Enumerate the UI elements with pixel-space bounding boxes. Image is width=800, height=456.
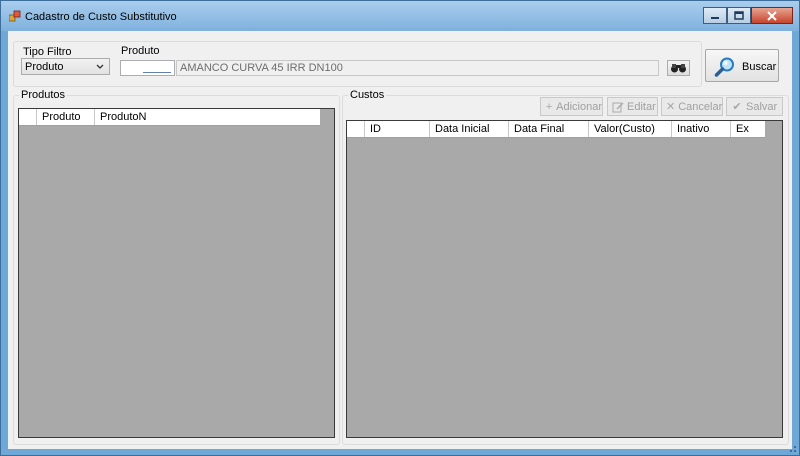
tipo-filtro-value: Produto <box>25 61 64 73</box>
custos-grid-header: ID Data Inicial Data Final Valor(Custo) … <box>347 121 765 138</box>
adicionar-label: Adicionar <box>556 100 602 113</box>
plus-icon: + <box>545 100 553 113</box>
x-icon: ✕ <box>666 101 676 113</box>
salvar-label: Salvar <box>746 100 778 113</box>
input-mask-underline <box>143 72 171 73</box>
adicionar-button[interactable]: + Adicionar <box>540 97 603 116</box>
cancelar-label: Cancelar <box>678 100 723 113</box>
salvar-button[interactable]: ✔ Salvar <box>726 97 783 116</box>
column-header-ex[interactable]: Ex <box>731 121 765 137</box>
close-button[interactable] <box>751 7 793 24</box>
row-header-cell <box>19 109 37 125</box>
column-header-produton[interactable]: ProdutoN <box>95 109 320 125</box>
row-header-cell <box>347 121 365 137</box>
minimize-button[interactable] <box>703 7 727 24</box>
column-header-data-final[interactable]: Data Final <box>509 121 589 137</box>
window-title: Cadastro de Custo Substitutivo <box>25 11 177 23</box>
tipo-filtro-label: Tipo Filtro <box>23 46 72 58</box>
main-window: Cadastro de Custo Substitutivo Tipo Filt… <box>0 0 800 456</box>
editar-button[interactable]: Editar <box>607 97 658 116</box>
column-header-valor-custo[interactable]: Valor(Custo) <box>589 121 672 137</box>
resize-grip-icon[interactable] <box>785 441 797 453</box>
buscar-button[interactable]: Buscar <box>705 49 779 82</box>
maximize-icon <box>734 11 744 20</box>
window-controls <box>703 7 793 25</box>
editar-label: Editar <box>627 100 656 113</box>
binoculars-icon <box>671 64 686 73</box>
buscar-label: Buscar <box>742 61 777 73</box>
app-icon <box>9 10 21 22</box>
maximize-button[interactable] <box>727 7 751 24</box>
column-header-id[interactable]: ID <box>365 121 430 137</box>
produto-label: Produto <box>121 45 160 57</box>
custos-grid[interactable]: ID Data Inicial Data Final Valor(Custo) … <box>346 120 783 438</box>
produtos-grid[interactable]: Produto ProdutoN <box>18 108 335 438</box>
checkmark-icon: ✔ <box>732 101 742 113</box>
client-area: Tipo Filtro Produto Produto AMANCO CURVA… <box>8 31 792 449</box>
title-bar[interactable]: Cadastro de Custo Substitutivo <box>1 1 799 31</box>
edit-icon <box>612 101 624 112</box>
column-header-inativo[interactable]: Inativo <box>672 121 731 137</box>
tipo-filtro-combo[interactable]: Produto <box>21 58 110 75</box>
minimize-icon <box>711 16 719 19</box>
magnifier-icon <box>714 57 734 77</box>
column-header-data-inicial[interactable]: Data Inicial <box>430 121 509 137</box>
produtos-grid-header: Produto ProdutoN <box>19 109 320 126</box>
chevron-down-icon <box>96 64 104 69</box>
produto-description-field: AMANCO CURVA 45 IRR DN100 <box>176 60 659 76</box>
column-header-produto[interactable]: Produto <box>37 109 95 125</box>
custos-title: Custos <box>348 89 387 101</box>
lookup-produto-button[interactable] <box>667 60 690 76</box>
produtos-title: Produtos <box>19 89 68 101</box>
close-icon <box>767 10 777 21</box>
produto-code-input[interactable] <box>120 60 175 76</box>
cancelar-button[interactable]: ✕ Cancelar <box>661 97 723 116</box>
